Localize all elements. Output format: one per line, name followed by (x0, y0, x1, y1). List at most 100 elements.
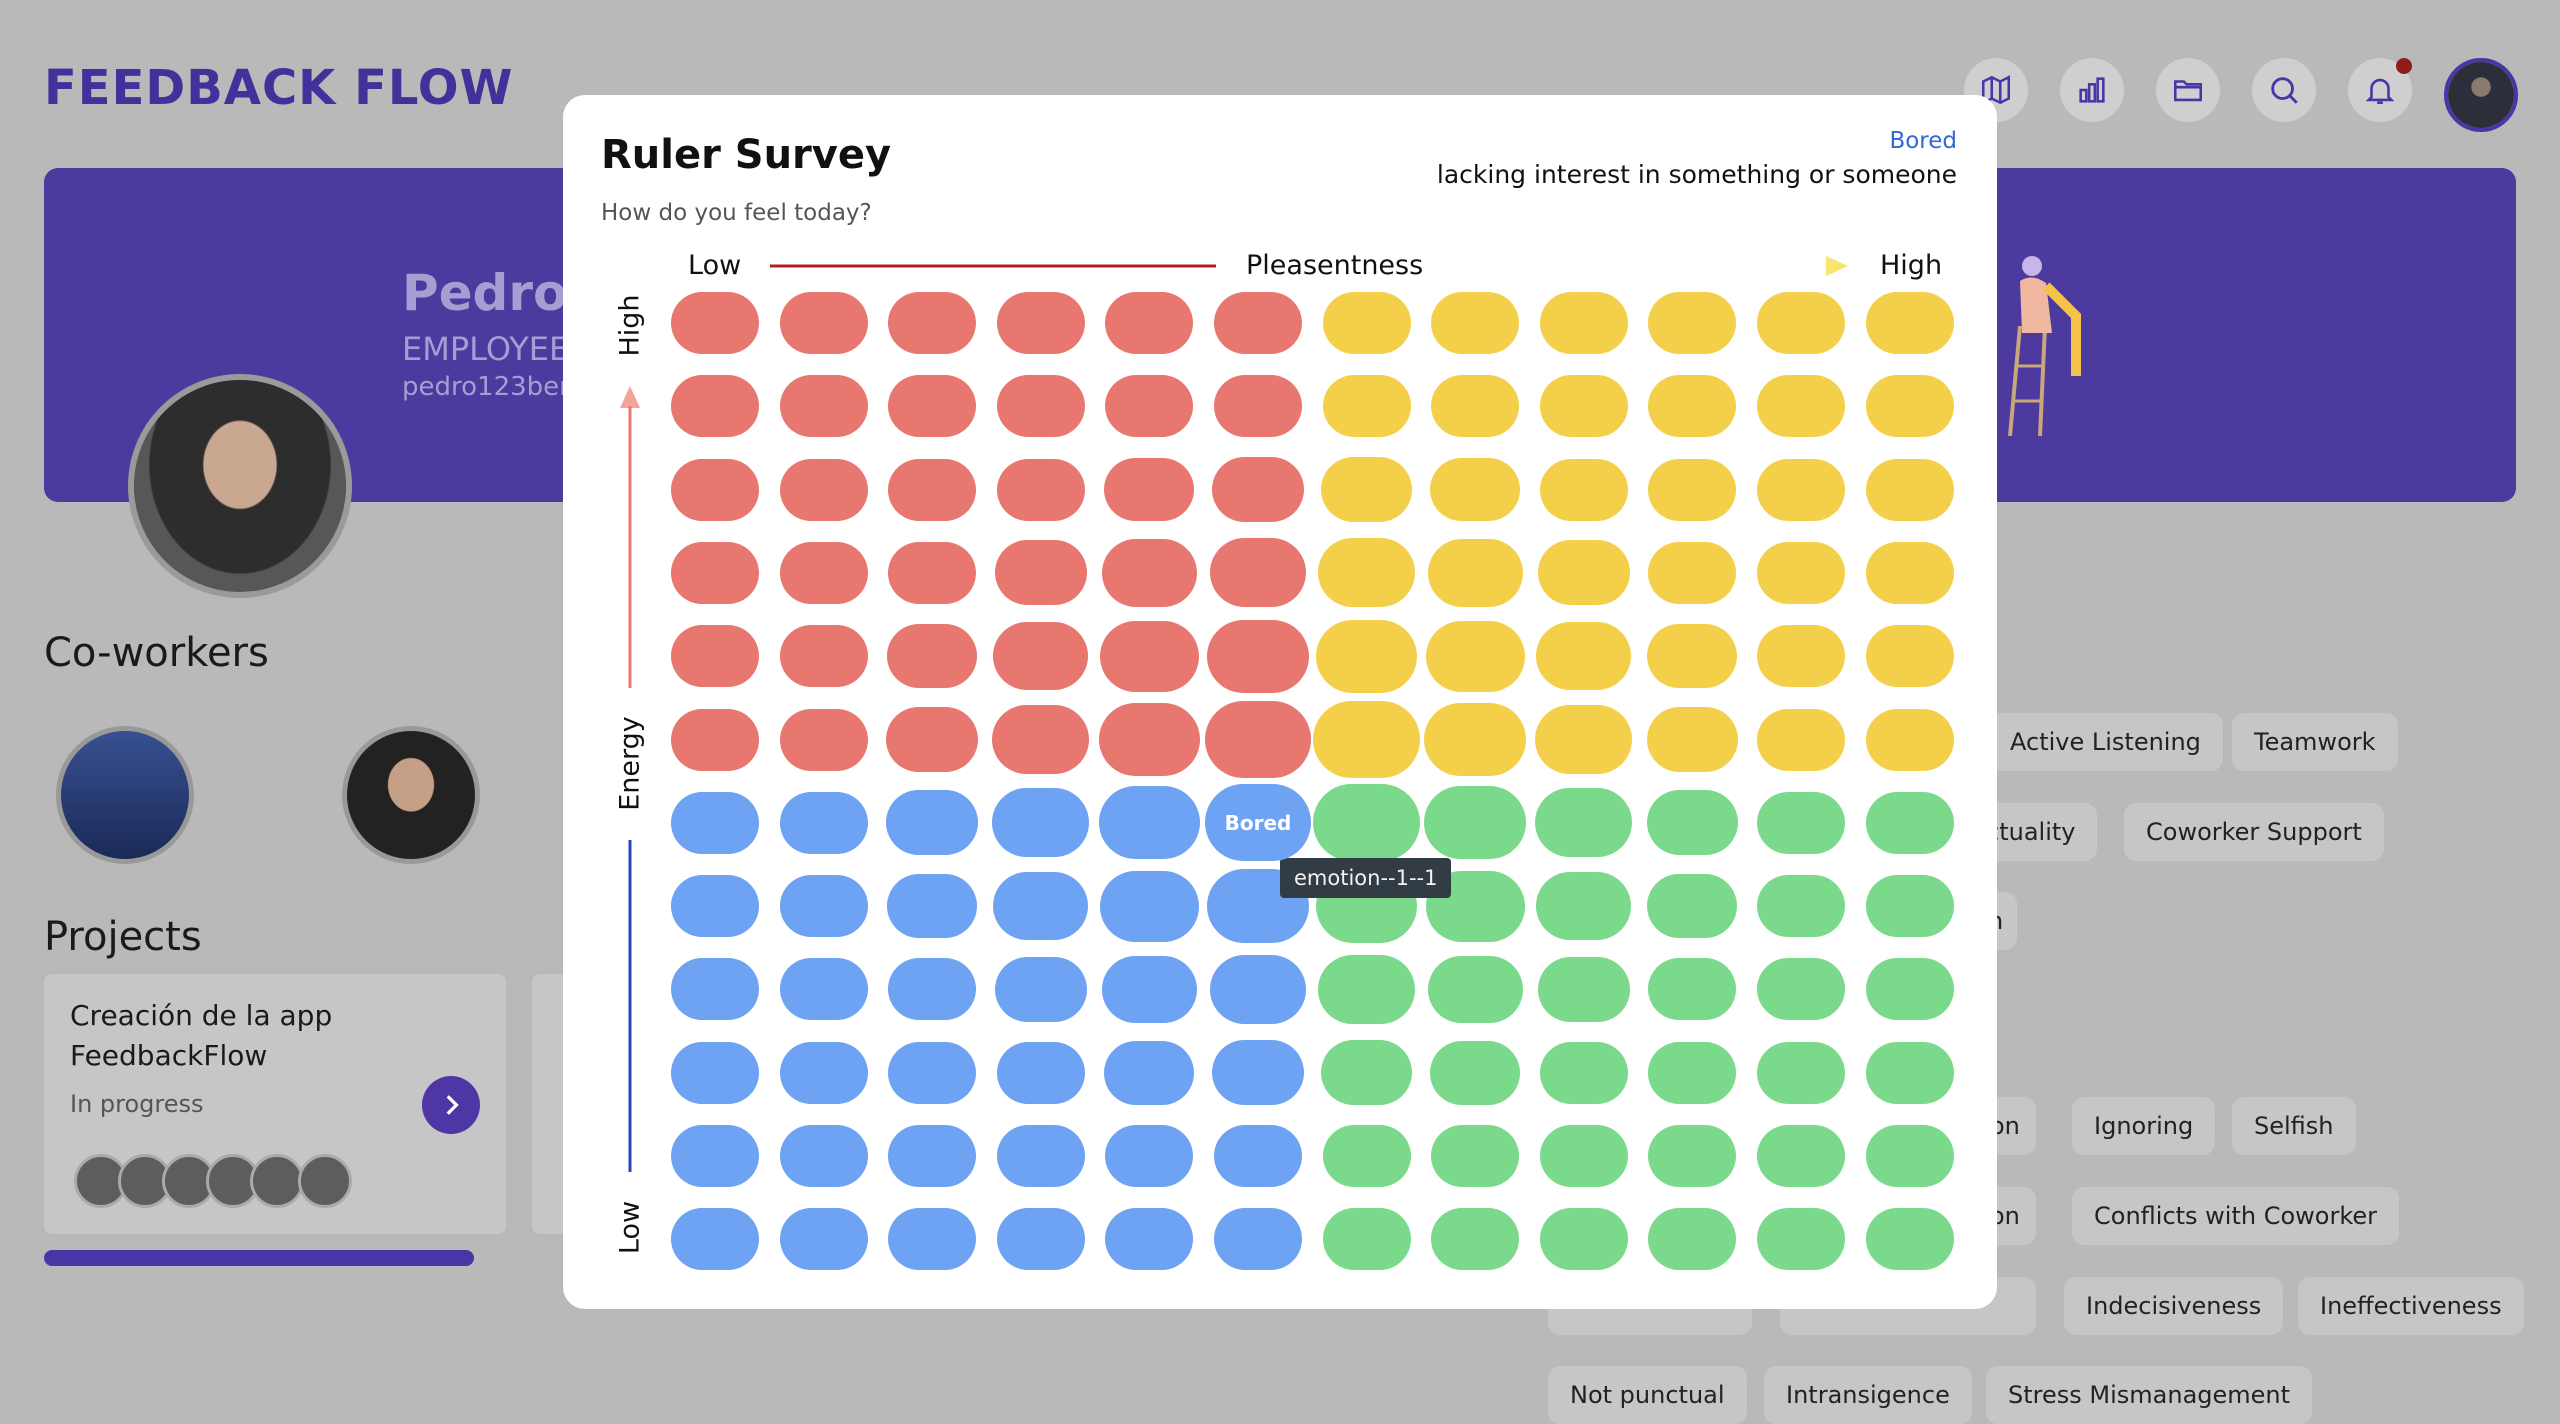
emotion-cell[interactable] (671, 458, 759, 521)
emotion-cell[interactable] (779, 375, 868, 438)
emotion-cell[interactable] (888, 541, 977, 604)
emotion-cell[interactable] (1214, 1208, 1302, 1271)
emotion-cell[interactable] (1104, 457, 1195, 522)
emotion-cell[interactable] (1105, 1125, 1194, 1187)
emotion-cell[interactable] (1430, 457, 1521, 522)
emotion-cell[interactable] (1431, 1125, 1520, 1187)
skill-chip[interactable]: Indecisiveness (2064, 1277, 2284, 1335)
emotion-cell[interactable] (1646, 790, 1739, 856)
emotion-cell-selected[interactable]: Bored (1204, 784, 1312, 862)
user-avatar[interactable] (2444, 58, 2518, 132)
emotion-cell[interactable] (1648, 375, 1737, 438)
emotion-cell[interactable] (1648, 458, 1737, 521)
emotion-cell[interactable] (1865, 458, 1954, 521)
emotion-cell[interactable] (1209, 954, 1307, 1024)
emotion-cell[interactable] (1865, 1125, 1954, 1187)
emotion-cell[interactable] (1648, 958, 1737, 1021)
emotion-cell[interactable] (1105, 292, 1194, 354)
emotion-cell[interactable] (1865, 375, 1954, 438)
emotion-cell[interactable] (1538, 540, 1630, 606)
emotion-cell[interactable] (993, 872, 1089, 940)
emotion-cell[interactable] (888, 958, 977, 1021)
emotion-cell[interactable] (993, 622, 1089, 690)
emotion-cell[interactable] (1757, 1041, 1845, 1104)
emotion-cell[interactable] (1757, 458, 1845, 521)
emotion-cell[interactable] (1757, 958, 1845, 1021)
emotion-cell[interactable] (1538, 956, 1630, 1022)
emotion-cell[interactable] (888, 1041, 977, 1104)
emotion-cell[interactable] (1757, 1125, 1845, 1187)
emotion-cell[interactable] (779, 1125, 868, 1187)
emotion-cell[interactable] (992, 788, 1090, 858)
emotion-cell[interactable] (671, 375, 759, 438)
emotion-cell[interactable] (1536, 622, 1632, 690)
emotion-cell[interactable] (1539, 1125, 1628, 1187)
emotion-cell[interactable] (1212, 457, 1304, 523)
emotion-cell[interactable] (1431, 375, 1520, 438)
emotion-cell[interactable] (996, 375, 1085, 438)
emotion-cell[interactable] (1757, 375, 1845, 438)
bar-chart-icon[interactable] (2060, 58, 2124, 122)
skill-chip[interactable]: Stress Mismanagement (1986, 1366, 2313, 1424)
emotion-cell[interactable] (1539, 375, 1628, 438)
emotion-cell[interactable] (1430, 1040, 1521, 1105)
emotion-cell[interactable] (1865, 625, 1954, 688)
emotion-cell[interactable] (1214, 375, 1302, 438)
emotion-cell[interactable] (1204, 701, 1312, 778)
skill-chip[interactable]: Ignoring (2072, 1097, 2216, 1155)
emotion-cell[interactable] (779, 708, 868, 771)
emotion-cell[interactable] (1865, 1041, 1954, 1104)
emotion-cell[interactable] (1648, 1041, 1737, 1104)
emotion-cell[interactable] (1648, 541, 1737, 604)
emotion-cell[interactable] (887, 874, 978, 938)
emotion-cell[interactable] (671, 958, 759, 1021)
emotion-cell[interactable] (1757, 292, 1845, 354)
emotion-cell[interactable] (1099, 870, 1199, 942)
emotion-cell[interactable] (1425, 620, 1525, 692)
folder-icon[interactable] (2156, 58, 2220, 122)
emotion-cell[interactable] (1865, 292, 1954, 354)
emotion-cell[interactable] (779, 292, 868, 354)
skill-chip[interactable]: Ineffectiveness (2298, 1277, 2524, 1335)
emotion-cell[interactable] (1214, 292, 1302, 354)
emotion-cell[interactable] (1102, 539, 1197, 607)
skill-chip[interactable]: Not punctual (1548, 1366, 1747, 1424)
emotion-cell[interactable] (996, 292, 1085, 354)
emotion-cell[interactable] (888, 1208, 977, 1271)
emotion-cell[interactable] (1865, 541, 1954, 604)
emotion-cell[interactable] (1648, 292, 1737, 354)
emotion-cell[interactable] (779, 1041, 868, 1104)
emotion-cell[interactable] (671, 625, 759, 688)
emotion-cell[interactable] (1865, 875, 1954, 938)
emotion-cell[interactable] (1098, 702, 1201, 777)
emotion-cell[interactable] (1648, 1208, 1737, 1271)
emotion-cell[interactable] (886, 707, 978, 772)
emotion-cell[interactable] (1757, 541, 1845, 604)
emotion-cell[interactable] (1539, 1041, 1628, 1104)
emotion-cell[interactable] (1757, 1208, 1845, 1271)
emotion-cell[interactable] (888, 375, 977, 438)
emotion-cell[interactable] (1318, 538, 1415, 608)
emotion-cell[interactable] (1315, 619, 1418, 693)
skill-chip[interactable]: Intransigence (1764, 1366, 1972, 1424)
emotion-cell[interactable] (671, 791, 759, 854)
emotion-cell[interactable] (996, 1125, 1085, 1187)
emotion-cell[interactable] (1865, 958, 1954, 1021)
skill-chip[interactable]: Conflicts with Coworker (2072, 1187, 2400, 1245)
emotion-cell[interactable] (1322, 375, 1411, 438)
emotion-cell[interactable] (888, 292, 977, 354)
emotion-cell[interactable] (887, 624, 978, 689)
emotion-cell[interactable] (779, 458, 868, 521)
emotion-cell[interactable] (888, 1125, 977, 1187)
coworker-avatar[interactable] (56, 726, 194, 864)
emotion-cell[interactable] (1214, 1125, 1302, 1187)
emotion-cell[interactable] (779, 958, 868, 1021)
emotion-cell[interactable] (1539, 1208, 1628, 1271)
emotion-cell[interactable] (1535, 704, 1633, 775)
emotion-cell[interactable] (886, 790, 978, 856)
emotion-cell[interactable] (996, 1041, 1085, 1104)
emotion-cell[interactable] (671, 875, 759, 938)
emotion-cell[interactable] (1424, 702, 1527, 777)
emotion-cell[interactable] (1320, 1040, 1413, 1106)
emotion-cell[interactable] (996, 1208, 1085, 1271)
